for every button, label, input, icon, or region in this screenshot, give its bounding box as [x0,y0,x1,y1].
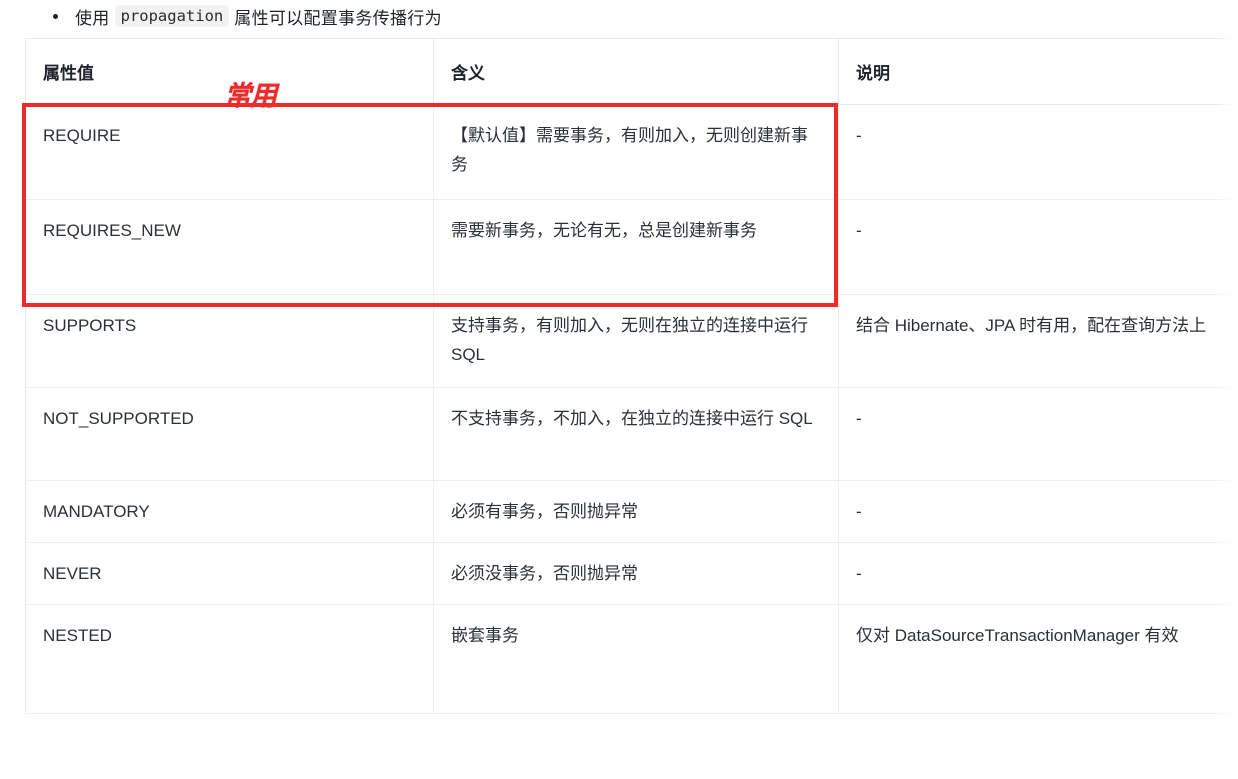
table-row: MANDATORY 必须有事务，否则抛异常 - [25,480,1232,544]
column-header-value: 属性值 [25,38,434,105]
cell-meaning: 【默认值】需要事务，有则加入，无则创建新事务 [433,104,839,200]
cell-value: MANDATORY [25,480,434,544]
cell-note: - [838,542,1232,606]
table-header-row: 属性值 含义 说明 [25,38,1232,105]
propagation-table-container[interactable]: 属性值 含义 说明 REQUIRE 【默认值】需要事务，有则加入，无则创建新事务… [25,38,1232,779]
column-header-note: 说明 [838,38,1232,105]
cell-value: REQUIRE [25,104,434,200]
cell-meaning: 嵌套事务 [433,604,839,715]
cell-meaning: 必须有事务，否则抛异常 [433,480,839,544]
cell-note: 仅对 DataSourceTransactionManager 有效 [838,604,1232,715]
cell-note: - [838,199,1232,295]
cell-meaning: 支持事务，有则加入，无则在独立的连接中运行 SQL [433,294,839,388]
table-row: REQUIRE 【默认值】需要事务，有则加入，无则创建新事务 - [25,104,1232,200]
bullet-dot-icon [53,13,58,19]
cell-value: NOT_SUPPORTED [25,387,434,481]
table-row: NESTED 嵌套事务 仅对 DataSourceTransactionMana… [25,604,1232,715]
table-row: REQUIRES_NEW 需要新事务，无论有无，总是创建新事务 - [25,199,1232,295]
bullet-line: 使用 propagation 属性可以配置事务传播行为 [0,0,442,32]
cell-value: NESTED [25,604,434,715]
cell-note: - [838,104,1232,200]
propagation-table: 属性值 含义 说明 REQUIRE 【默认值】需要事务，有则加入，无则创建新事务… [25,38,1232,715]
bullet-text-prefix: 使用 [75,8,110,28]
cell-note: - [838,387,1232,481]
cell-meaning: 不支持事务，不加入，在独立的连接中运行 SQL [433,387,839,481]
inline-code-propagation: propagation [114,5,230,27]
table-row: NOT_SUPPORTED 不支持事务，不加入，在独立的连接中运行 SQL - [25,387,1232,481]
bullet-text-suffix: 属性可以配置事务传播行为 [234,8,442,28]
table-row: SUPPORTS 支持事务，有则加入，无则在独立的连接中运行 SQL 结合 Hi… [25,294,1232,388]
cell-meaning: 必须没事务，否则抛异常 [433,542,839,606]
table-row: NEVER 必须没事务，否则抛异常 - [25,542,1232,606]
cell-value: REQUIRES_NEW [25,199,434,295]
cell-meaning: 需要新事务，无论有无，总是创建新事务 [433,199,839,295]
cell-value: NEVER [25,542,434,606]
cell-note: 结合 Hibernate、JPA 时有用，配在查询方法上 [838,294,1232,388]
cell-note: - [838,480,1232,544]
cell-value: SUPPORTS [25,294,434,388]
column-header-meaning: 含义 [433,38,839,105]
